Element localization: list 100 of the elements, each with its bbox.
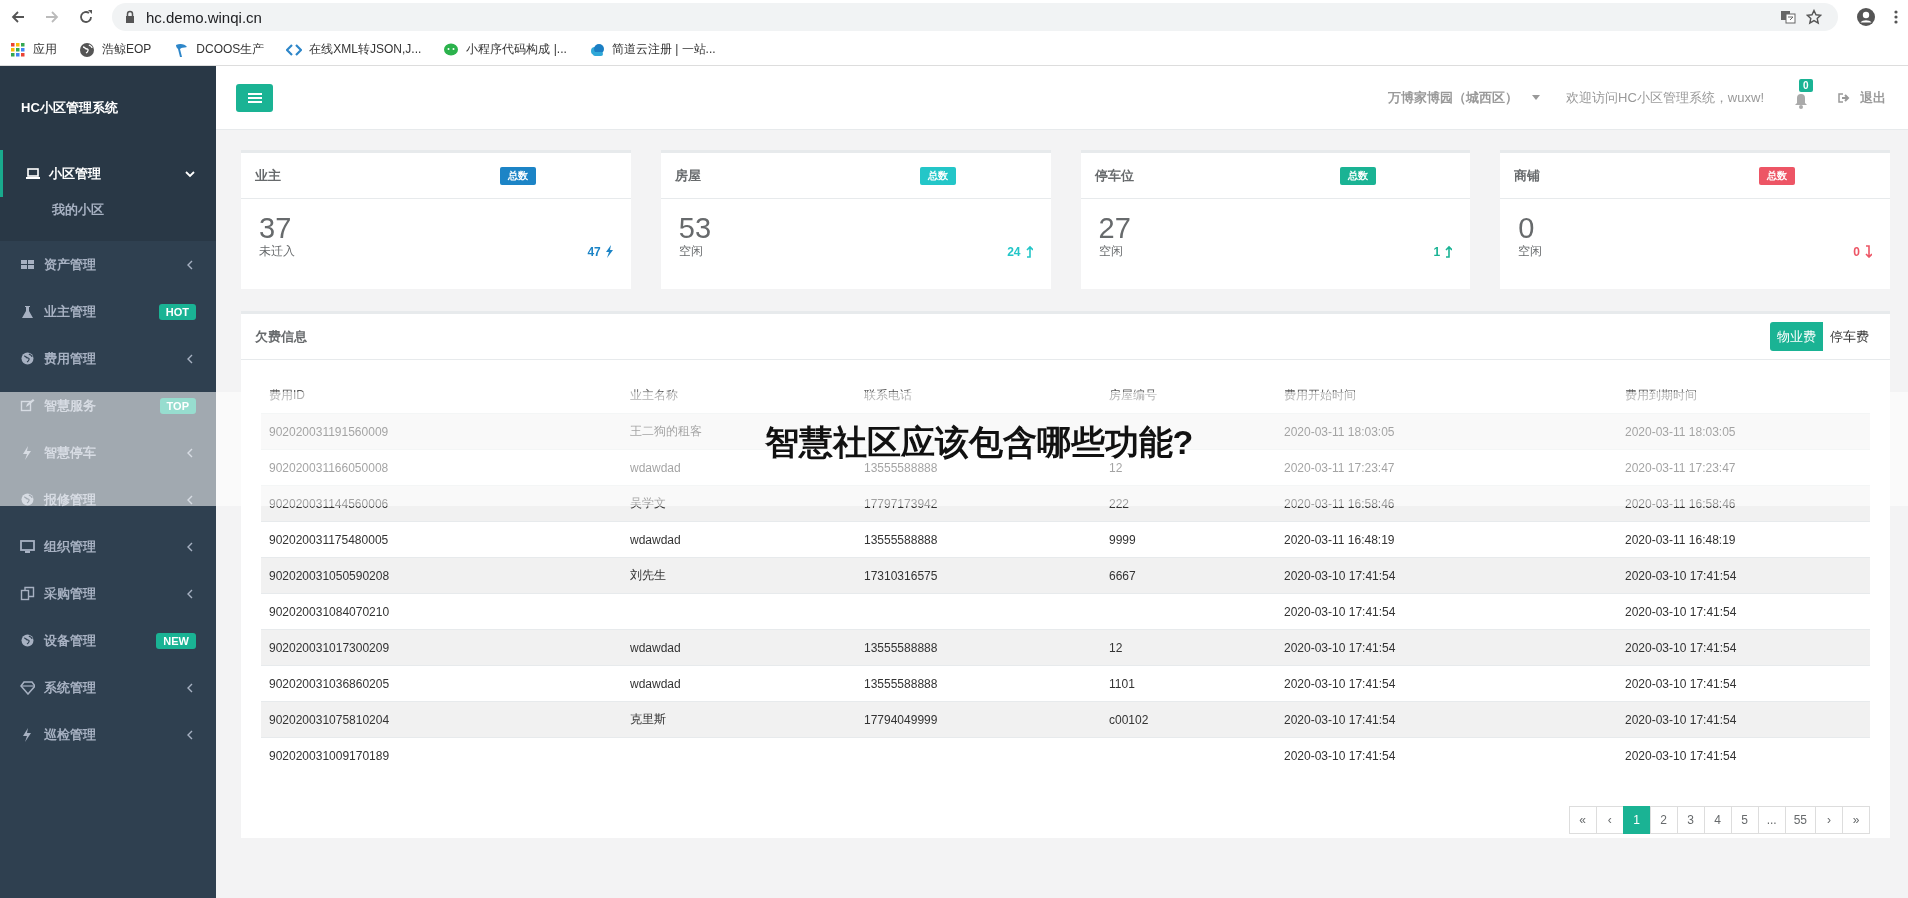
page-button[interactable]: 4 [1703, 806, 1732, 834]
logout-link[interactable]: 退出 [1838, 88, 1886, 107]
total-tag: 总数 [500, 166, 536, 185]
menu-toggle-button[interactable] [236, 83, 273, 112]
page-button[interactable]: ‹ [1595, 806, 1624, 834]
page-button[interactable]: 55 [1784, 806, 1816, 834]
menu-item[interactable]: 组织管理 [0, 523, 216, 570]
sign-out-icon [1838, 91, 1851, 104]
card-title: 业主 [255, 166, 282, 185]
welcome-text: 欢迎访问HC小区管理系统，wuxw! [1566, 88, 1764, 107]
laptop-icon [25, 166, 40, 181]
table-cell: 1101 [1101, 665, 1276, 702]
bookmark[interactable]: 应用 [10, 41, 57, 58]
apps-icon [10, 41, 26, 58]
arrow-up-icon [1444, 245, 1453, 258]
caret-icon [1532, 95, 1541, 100]
table-cell: 2020-03-11 16:58:46 [1617, 485, 1870, 522]
table-cell: 2020-03-10 17:41:54 [1617, 737, 1870, 773]
table-cell: 13555588888 [856, 521, 1101, 558]
more-icon [1894, 9, 1898, 25]
table-cell: 902020031017300209 [261, 629, 622, 666]
table-cell: 6667 [1101, 557, 1276, 594]
stat-value: 53 [678, 213, 712, 243]
table-cell: 902020031075810204 [261, 701, 622, 738]
menu-item[interactable]: 小区管理 [0, 150, 216, 197]
diamond-icon [20, 680, 35, 695]
bookmark[interactable]: 简道云注册 | 一站... [588, 41, 716, 58]
card-title: 房屋 [674, 166, 702, 185]
table-cell: 13555588888 [856, 629, 1101, 666]
notification-badge: 0 [1799, 78, 1813, 92]
table-cell: 902020031166050008 [261, 449, 622, 486]
page-button[interactable]: 2 [1649, 806, 1678, 834]
edit-icon [20, 398, 35, 413]
table-cell: 2020-03-11 18:03:05 [1276, 413, 1617, 450]
copy-icon [20, 586, 35, 601]
table-cell: 吴学文 [622, 485, 856, 522]
card-title: 停车位 [1094, 166, 1135, 185]
bookmark[interactable]: 浩鲸EOP [79, 41, 152, 58]
table-cell: 9999 [1101, 521, 1276, 558]
table-cell: 2020-03-10 17:41:54 [1276, 665, 1617, 702]
table-cell: 12 [1101, 629, 1276, 666]
bolt-icon [604, 245, 613, 258]
table-cell: 2020-03-11 16:48:19 [1617, 521, 1870, 558]
table-cell: 2020-03-10 17:41:54 [1276, 737, 1617, 773]
trend-value: 47 [587, 244, 601, 259]
menu-item[interactable]: 系统管理 [0, 664, 216, 711]
total-tag: 总数 [919, 166, 956, 185]
page-button[interactable]: › [1815, 806, 1843, 834]
page-button[interactable]: 3 [1676, 806, 1705, 834]
page-button[interactable]: 5 [1730, 806, 1759, 834]
table-cell: 2020-03-11 18:03:05 [1617, 413, 1870, 450]
table-cell: 13555588888 [856, 665, 1101, 702]
bookmark[interactable]: DCOOS生产 [173, 41, 265, 58]
url-text: hc.demo.winqi.cn [146, 8, 262, 26]
grid-icon [20, 257, 35, 272]
total-tag: 总数 [1339, 166, 1376, 185]
table-cell: 2020-03-11 17:23:47 [1276, 449, 1617, 486]
table-cell: 902020031191560009 [261, 413, 622, 450]
table-cell: c00102 [1101, 701, 1276, 738]
menu-item[interactable]: 业主管理 HOT [0, 288, 216, 335]
menu-item[interactable]: 巡检管理 [0, 711, 216, 758]
trend-value: 0 [1853, 244, 1860, 259]
code-icon [286, 41, 303, 58]
menu-item[interactable]: 设备管理 NEW [0, 617, 216, 664]
trend-value: 24 [1007, 244, 1021, 259]
table-cell: 2020-03-10 17:41:54 [1276, 593, 1617, 630]
column-header: 费用ID [261, 378, 622, 414]
stat-label: 未迁入 [259, 243, 296, 260]
table-cell: 2020-03-11 16:48:19 [1276, 521, 1617, 558]
flask-icon [20, 304, 35, 319]
globe-icon [79, 41, 95, 58]
address-bar[interactable]: hc.demo.winqi.cn [112, 3, 1838, 31]
community-dropdown[interactable]: 万博家博园（城西区） [1388, 88, 1541, 107]
table-cell: 902020031036860205 [261, 665, 622, 702]
menu-item[interactable]: 费用管理 [0, 335, 216, 382]
table-cell: 2020-03-10 17:41:54 [1276, 701, 1617, 738]
page-button[interactable]: » [1842, 806, 1870, 834]
table-cell: 2020-03-10 17:41:54 [1276, 629, 1617, 666]
menu-badge: NEW [156, 632, 196, 649]
column-header: 联系电话 [856, 378, 1101, 414]
table-cell: 2020-03-10 17:41:54 [1617, 665, 1870, 702]
table-cell: 17310316575 [856, 557, 1101, 594]
submenu-item[interactable]: 我的小区 [0, 197, 216, 229]
page-button[interactable]: « [1568, 806, 1597, 834]
arrow-up-icon [1024, 245, 1033, 258]
bookmark[interactable]: 小程序代码构成 |... [443, 41, 567, 58]
table-cell: 2020-03-11 17:23:47 [1617, 449, 1870, 486]
menu-item[interactable]: 采购管理 [0, 570, 216, 617]
globe-icon [20, 633, 35, 648]
stat-value: 0 [1518, 213, 1536, 243]
table-cell: 2020-03-11 16:58:46 [1276, 485, 1617, 522]
trend-value: 1 [1433, 244, 1441, 259]
column-header: 房屋编号 [1101, 378, 1276, 414]
menu-item[interactable]: 资产管理 [0, 241, 216, 288]
card-title: 商铺 [1514, 166, 1542, 185]
lock-icon [124, 10, 136, 24]
page-button[interactable]: ... [1757, 806, 1786, 834]
stat-label: 空闲 [678, 243, 704, 260]
bookmark[interactable]: 在线XML转JSON,J... [286, 41, 422, 58]
total-tag: 总数 [1759, 166, 1796, 185]
